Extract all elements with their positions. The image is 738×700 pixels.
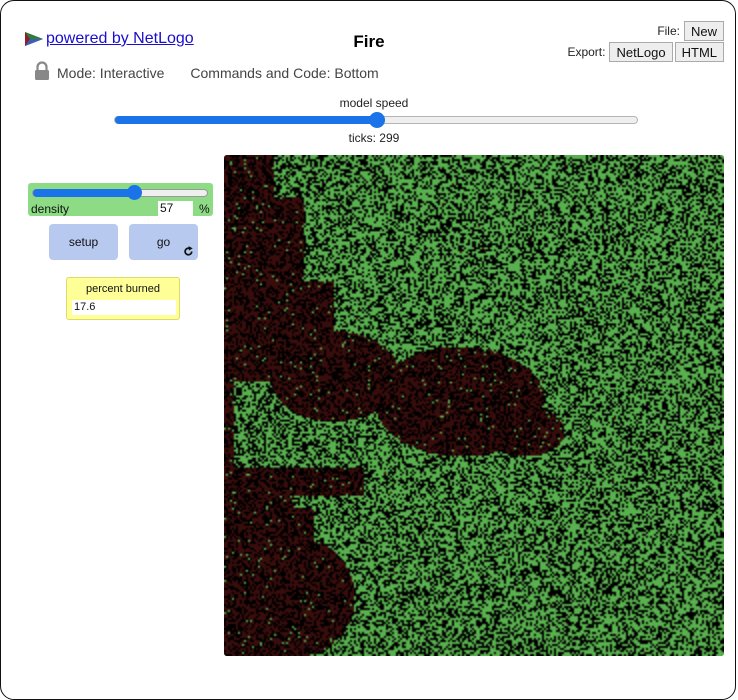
lock-icon[interactable] (34, 61, 50, 84)
go-button[interactable]: go (129, 224, 198, 260)
density-label: density (31, 202, 70, 216)
new-button[interactable]: New (683, 21, 724, 41)
go-label: go (156, 235, 171, 249)
setup-button[interactable]: setup (49, 224, 118, 260)
commands-code-label[interactable]: Commands and Code: Bottom (190, 65, 378, 81)
model-speed-fill (115, 116, 377, 124)
ticks-counter: ticks: 299 (348, 131, 400, 145)
density-slider-track[interactable] (32, 185, 208, 200)
export-label: Export: (567, 45, 606, 59)
mode-label[interactable]: Mode: Interactive (57, 65, 164, 81)
density-value-input[interactable]: 57 (158, 201, 193, 216)
export-html-button[interactable]: HTML (674, 42, 724, 62)
density-slider-fill (33, 189, 135, 197)
forever-icon (184, 246, 193, 256)
density-slider-thumb[interactable] (127, 185, 143, 200)
file-label: File: (657, 24, 680, 38)
file-row: File: New (657, 21, 724, 41)
export-netlogo-button[interactable]: NetLogo (609, 42, 673, 62)
setup-label: setup (68, 235, 99, 249)
model-speed-slider[interactable] (114, 112, 638, 128)
density-slider-widget: density 57 % (28, 183, 213, 216)
export-row: Export: NetLogo HTML (567, 42, 724, 62)
world-view[interactable] (224, 155, 724, 656)
model-speed-label: model speed (339, 96, 409, 110)
monitor-label: percent burned (86, 283, 160, 295)
percent-burned-monitor: percent burned 17.6 (66, 277, 180, 320)
mode-bar: Mode: Interactive Commands and Code: Bot… (34, 61, 379, 84)
density-unit: % (199, 202, 210, 216)
monitor-value: 17.6 (72, 300, 176, 315)
model-speed-thumb[interactable] (369, 112, 385, 128)
world-canvas[interactable] (224, 155, 724, 656)
